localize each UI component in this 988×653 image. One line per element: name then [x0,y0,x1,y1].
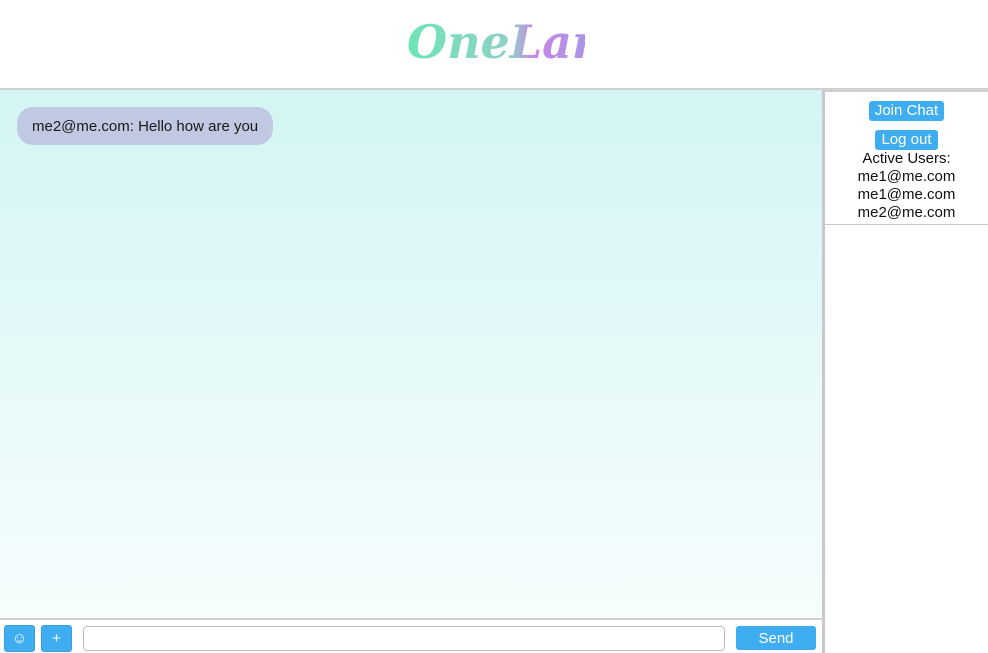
app-header: OneLang [0,0,988,90]
logo-text: OneLang [407,15,585,69]
active-users-label: Active Users: [862,150,951,167]
active-user-item: me1@me.com [857,186,956,203]
message-input[interactable] [83,626,725,651]
sidebar-panel: Join Chat Log out Active Users: me1@me.c… [824,90,988,225]
sidebar-empty-space [824,225,988,653]
message-bubble: me2@me.com: Hello how are you [17,107,274,145]
logout-button[interactable]: Log out [875,130,938,150]
smiley-icon: ☺ [11,630,28,647]
attach-button[interactable]: + [41,625,72,652]
emoji-button[interactable]: ☺ [4,625,35,652]
active-user-item: me1@me.com [857,168,956,185]
join-chat-button[interactable]: Join Chat [868,101,945,121]
chat-messages-area[interactable]: me2@me.com: Hello how are you [0,90,824,618]
onelang-logo: OneLang [407,15,585,69]
send-button[interactable]: Send [736,626,816,650]
plus-icon: + [52,630,61,647]
composer-bar: ☺ + Send [0,618,824,653]
active-user-item: me2@me.com [857,204,956,221]
